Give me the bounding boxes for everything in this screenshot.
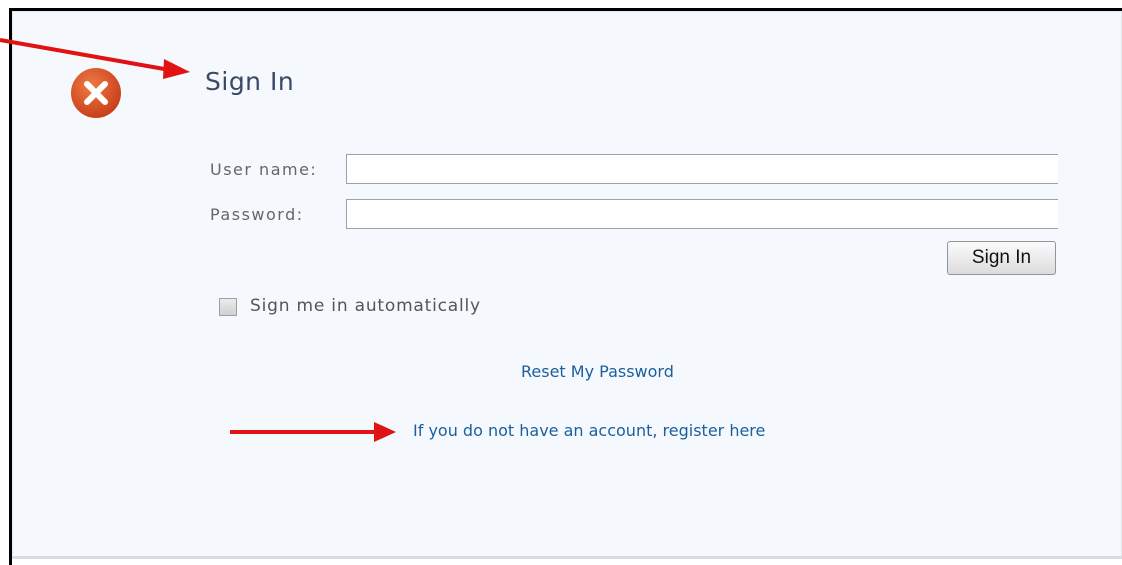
arrow-right-icon xyxy=(230,422,396,442)
arrow-right-icon xyxy=(0,38,396,442)
arrow-right-icon xyxy=(0,38,190,79)
